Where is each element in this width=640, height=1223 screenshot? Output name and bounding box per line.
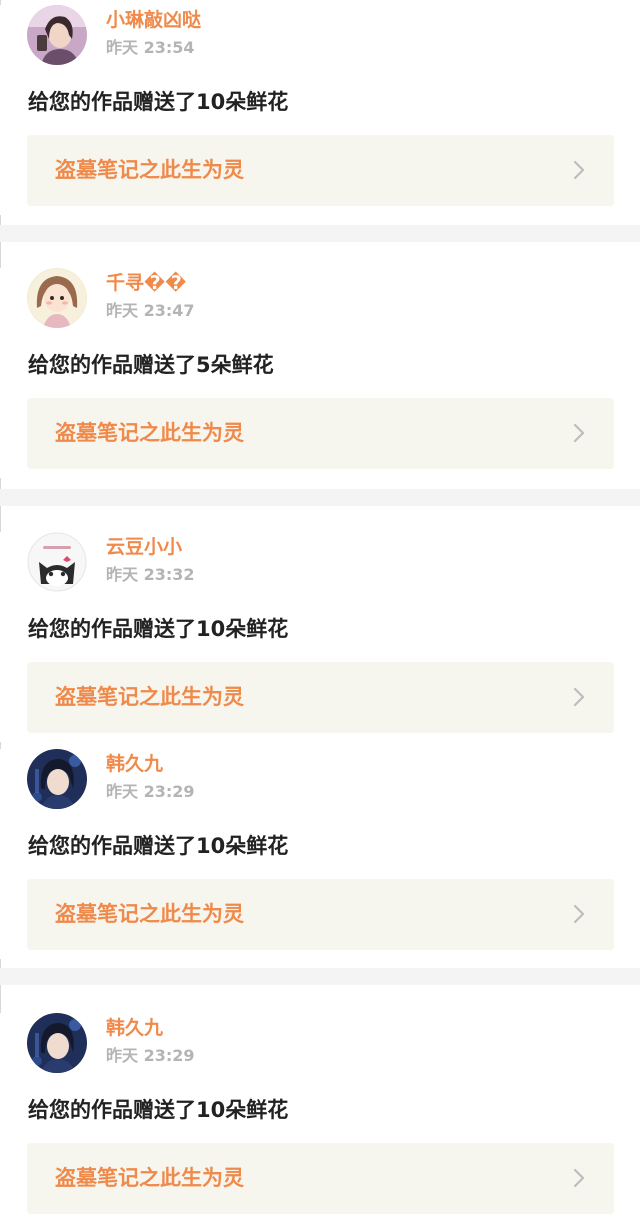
work-title: 盗墓笔记之此生为灵 bbox=[55, 158, 244, 182]
work-title: 盗墓笔记之此生为灵 bbox=[55, 902, 244, 926]
gift-notification-list: 小琳敲凶哒 昨天 23:54 给您的作品赠送了10朵鲜花 盗墓笔记之此生为灵 千… bbox=[0, 0, 640, 1223]
gift-message: 给您的作品赠送了10朵鲜花 bbox=[28, 617, 289, 641]
chevron-right-icon bbox=[573, 1168, 585, 1188]
username[interactable]: 韩久九 bbox=[106, 1016, 163, 1040]
section-divider bbox=[0, 968, 640, 985]
work-link-card[interactable]: 盗墓笔记之此生为灵 bbox=[27, 662, 614, 733]
chevron-right-icon bbox=[573, 160, 585, 180]
timestamp: 昨天 23:29 bbox=[106, 1046, 195, 1065]
chevron-right-icon bbox=[573, 687, 585, 707]
username[interactable]: 云豆小小 bbox=[106, 535, 182, 559]
chevron-right-icon bbox=[573, 423, 585, 443]
gift-message: 给您的作品赠送了5朵鲜花 bbox=[28, 353, 274, 377]
notification-item: 韩久九 昨天 23:29 给您的作品赠送了10朵鲜花 盗墓笔记之此生为灵 bbox=[0, 1013, 640, 1223]
username[interactable]: 千寻�� bbox=[106, 271, 186, 295]
work-link-card[interactable]: 盗墓笔记之此生为灵 bbox=[27, 398, 614, 469]
section-divider bbox=[0, 489, 640, 506]
notification-item: 韩久九 昨天 23:29 给您的作品赠送了10朵鲜花 盗墓笔记之此生为灵 bbox=[0, 749, 640, 959]
user-avatar[interactable] bbox=[27, 268, 87, 328]
notification-item: 小琳敲凶哒 昨天 23:54 给您的作品赠送了10朵鲜花 盗墓笔记之此生为灵 bbox=[0, 5, 640, 215]
work-link-card[interactable]: 盗墓笔记之此生为灵 bbox=[27, 1143, 614, 1214]
work-title: 盗墓笔记之此生为灵 bbox=[55, 685, 244, 709]
work-link-card[interactable]: 盗墓笔记之此生为灵 bbox=[27, 879, 614, 950]
user-avatar[interactable] bbox=[27, 1013, 87, 1073]
user-avatar[interactable] bbox=[27, 5, 87, 65]
timestamp: 昨天 23:54 bbox=[106, 38, 195, 57]
timestamp: 昨天 23:32 bbox=[106, 565, 195, 584]
user-avatar[interactable] bbox=[27, 532, 87, 592]
username[interactable]: 小琳敲凶哒 bbox=[106, 8, 201, 32]
gift-message: 给您的作品赠送了10朵鲜花 bbox=[28, 90, 289, 114]
section-divider bbox=[0, 225, 640, 242]
timestamp: 昨天 23:47 bbox=[106, 301, 195, 320]
gift-message: 给您的作品赠送了10朵鲜花 bbox=[28, 1098, 289, 1122]
work-title: 盗墓笔记之此生为灵 bbox=[55, 1166, 244, 1190]
notification-item: 云豆小小 昨天 23:32 给您的作品赠送了10朵鲜花 盗墓笔记之此生为灵 bbox=[0, 532, 640, 742]
gift-message: 给您的作品赠送了10朵鲜花 bbox=[28, 834, 289, 858]
work-title: 盗墓笔记之此生为灵 bbox=[55, 421, 244, 445]
notification-item: 千寻�� 昨天 23:47 给您的作品赠送了5朵鲜花 盗墓笔记之此生为灵 bbox=[0, 268, 640, 478]
username[interactable]: 韩久九 bbox=[106, 752, 163, 776]
work-link-card[interactable]: 盗墓笔记之此生为灵 bbox=[27, 135, 614, 206]
timestamp: 昨天 23:29 bbox=[106, 782, 195, 801]
chevron-right-icon bbox=[573, 904, 585, 924]
user-avatar[interactable] bbox=[27, 749, 87, 809]
